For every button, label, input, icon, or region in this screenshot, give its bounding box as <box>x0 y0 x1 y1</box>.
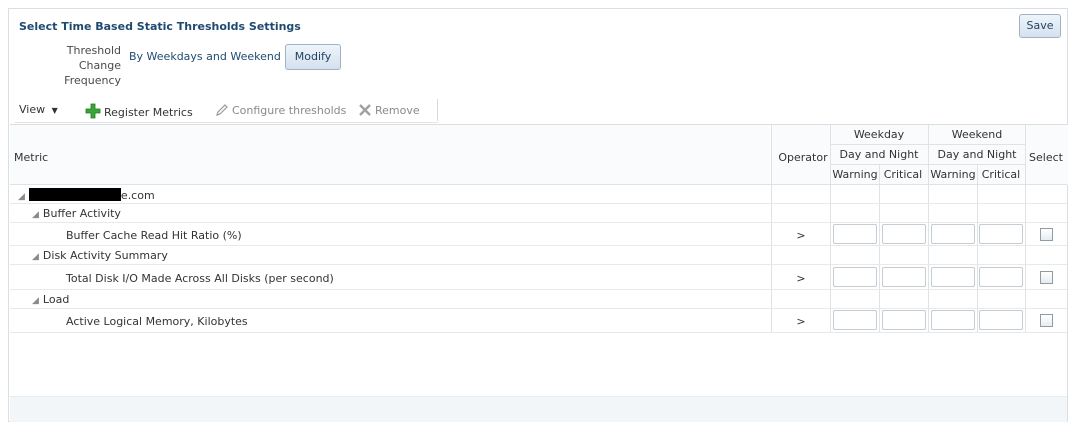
configure-thresholds-label: Configure thresholds <box>232 104 347 117</box>
weekend-warning-input[interactable] <box>931 267 975 287</box>
row-divider <box>10 308 1067 309</box>
pencil-icon <box>215 103 229 120</box>
row-divider <box>10 332 1067 333</box>
expand-triangle-icon[interactable]: ◢ <box>32 210 39 220</box>
expand-triangle-icon[interactable]: ◢ <box>32 296 39 306</box>
save-button[interactable]: Save <box>1019 14 1061 38</box>
column-header-weekend-warning: Warning <box>930 168 976 181</box>
operator-value: > <box>796 272 806 285</box>
operator-value: > <box>796 315 806 328</box>
weekday-warning-input[interactable] <box>833 310 877 330</box>
header-divider <box>10 184 1067 185</box>
expand-triangle-icon[interactable]: ◢ <box>32 252 39 262</box>
threshold-change-frequency-value: By Weekdays and Weekend <box>129 50 281 63</box>
group-row[interactable]: ◢ Disk Activity Summary <box>32 249 168 262</box>
column-header-metric: Metric <box>14 151 49 164</box>
column-divider <box>1025 125 1026 333</box>
column-header-select: Select <box>1029 151 1063 164</box>
register-metrics-label: Register Metrics <box>104 106 193 119</box>
add-icon <box>85 103 101 122</box>
column-header-weekday-critical: Critical <box>883 168 923 181</box>
row-divider <box>10 289 1067 290</box>
metric-name: Buffer Cache Read Hit Ratio (%) <box>66 229 242 242</box>
expand-triangle-icon[interactable]: ◢ <box>18 192 25 202</box>
weekday-critical-input[interactable] <box>882 224 926 244</box>
redacted-target-name <box>28 188 121 201</box>
thresholds-panel: Select Time Based Static Thresholds Sett… <box>8 8 1068 422</box>
group-name: Disk Activity Summary <box>42 249 168 262</box>
view-menu[interactable]: View ▼ <box>19 103 58 116</box>
column-header-operator: Operator <box>778 151 828 164</box>
register-metrics-button[interactable]: Register Metrics <box>85 103 193 122</box>
weekday-warning-input[interactable] <box>833 267 877 287</box>
weekday-warning-input[interactable] <box>833 224 877 244</box>
weekend-warning-input[interactable] <box>931 310 975 330</box>
select-checkbox[interactable] <box>1040 314 1053 327</box>
header-background <box>10 125 770 185</box>
metric-name: Active Logical Memory, Kilobytes <box>66 315 248 328</box>
column-header-weekend: Weekend <box>951 128 1003 141</box>
row-divider <box>10 245 1067 246</box>
remove-button[interactable]: Remove <box>358 103 420 120</box>
column-divider <box>928 125 929 333</box>
group-name: Load <box>42 293 70 306</box>
column-divider <box>830 125 831 333</box>
target-row[interactable]: ◢ e.com <box>18 188 155 202</box>
group-row[interactable]: ◢ Load <box>32 293 69 306</box>
group-name: Buffer Activity <box>42 207 121 220</box>
weekend-critical-input[interactable] <box>979 224 1023 244</box>
column-header-weekday-day-and-night: Day and Night <box>839 148 919 161</box>
select-checkbox[interactable] <box>1040 228 1053 241</box>
page-title: Select Time Based Static Thresholds Sett… <box>19 20 301 33</box>
dropdown-arrow-icon: ▼ <box>51 106 58 115</box>
target-name-suffix: e.com <box>120 189 155 202</box>
view-menu-label: View <box>19 103 46 116</box>
metric-name: Total Disk I/O Made Across All Disks (pe… <box>66 272 334 285</box>
group-row[interactable]: ◢ Buffer Activity <box>32 207 121 220</box>
select-checkbox[interactable] <box>1040 271 1053 284</box>
row-divider <box>10 264 1067 265</box>
remove-x-icon <box>358 103 372 120</box>
weekday-critical-input[interactable] <box>882 310 926 330</box>
toolbar-divider <box>437 99 438 121</box>
operator-value: > <box>796 229 806 242</box>
weekend-warning-input[interactable] <box>931 224 975 244</box>
weekend-critical-input[interactable] <box>979 310 1023 330</box>
column-header-weekday: Weekday <box>853 128 905 141</box>
column-header-weekday-warning: Warning <box>832 168 878 181</box>
thresholds-table: Metric Operator Weekday Weekend Day and … <box>10 124 1068 422</box>
weekend-critical-input[interactable] <box>979 267 1023 287</box>
remove-label: Remove <box>375 104 420 117</box>
row-divider <box>10 203 1067 204</box>
row-divider <box>10 222 1067 223</box>
table-toolbar: View ▼ Register Metrics Configure thresh… <box>15 97 438 123</box>
threshold-change-frequency-label: Threshold Change Frequency <box>64 44 121 87</box>
column-header-weekend-day-and-night: Day and Night <box>937 148 1017 161</box>
weekday-critical-input[interactable] <box>882 267 926 287</box>
table-footer <box>10 396 1067 422</box>
column-header-weekend-critical: Critical <box>981 168 1021 181</box>
modify-button[interactable]: Modify <box>285 44 341 70</box>
configure-thresholds-button[interactable]: Configure thresholds <box>215 103 346 120</box>
